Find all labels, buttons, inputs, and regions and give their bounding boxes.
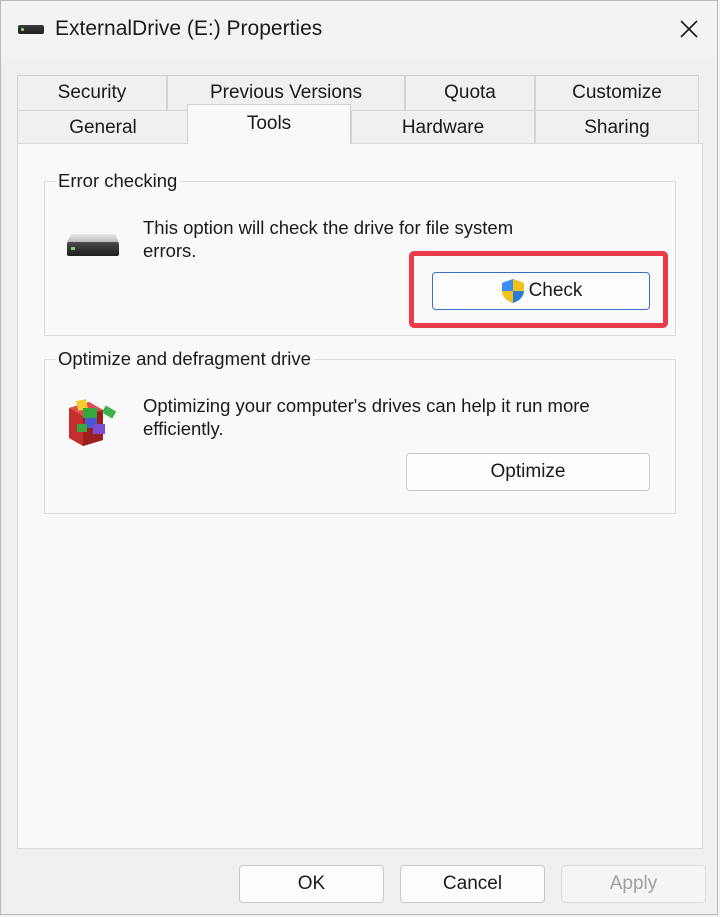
drive-icon [67, 234, 119, 256]
tab-hardware[interactable]: Hardware [351, 110, 535, 145]
tab-customize[interactable]: Customize [535, 75, 699, 110]
defrag-icon [69, 399, 117, 446]
optimize-title: Optimize and defragment drive [55, 348, 314, 370]
optimize-group: Optimize and defragment drive Optimizing… [44, 348, 676, 514]
window-title: ExternalDrive (E:) Properties [55, 17, 323, 40]
tab-sharing[interactable]: Sharing [535, 110, 699, 145]
close-icon [680, 20, 698, 38]
optimize-description: Optimizing your computer's drives can he… [143, 395, 590, 439]
title-bar[interactable]: ExternalDrive (E:) Properties [1, 1, 717, 59]
tab-quota[interactable]: Quota [405, 75, 535, 110]
tools-panel: Error checking This option will check th… [17, 143, 703, 849]
properties-window: ExternalDrive (E:) Properties Security P… [0, 0, 718, 915]
cancel-button[interactable]: Cancel [400, 865, 545, 903]
highlight-annotation [409, 251, 668, 328]
close-button[interactable] [669, 9, 709, 49]
ok-button[interactable]: OK [239, 865, 384, 903]
tab-security[interactable]: Security [17, 75, 167, 110]
error-checking-title: Error checking [55, 170, 181, 192]
apply-button[interactable]: Apply [561, 865, 706, 903]
optimize-button[interactable]: Optimize [406, 453, 650, 491]
drive-icon [18, 25, 44, 34]
tab-general[interactable]: General [17, 110, 189, 145]
tab-tools[interactable]: Tools [187, 104, 351, 144]
